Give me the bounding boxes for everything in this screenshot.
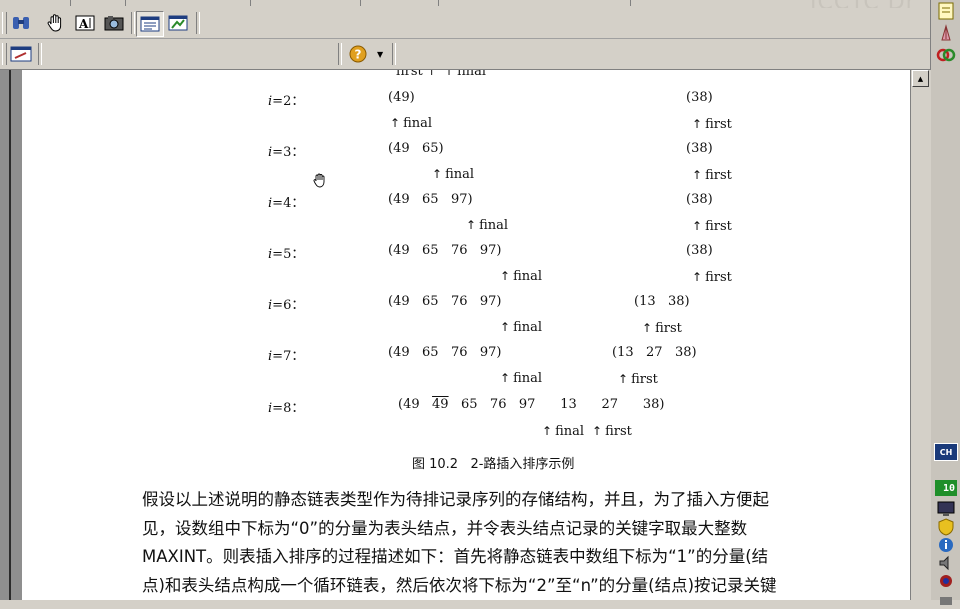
text-view-icon[interactable] xyxy=(136,11,164,37)
pointer-first: ↑ first xyxy=(692,168,732,183)
info-icon[interactable] xyxy=(936,536,956,554)
pointer-final: ↑ final xyxy=(432,167,475,182)
step-label: i=6： xyxy=(268,298,305,313)
figure-caption: 图 10.2 2-路插入排序示例 xyxy=(412,457,575,472)
toolbar-separator xyxy=(196,12,200,34)
notepad-icon[interactable] xyxy=(936,2,956,20)
menu-strip-segment xyxy=(250,0,361,6)
image-view-icon[interactable] xyxy=(165,11,191,35)
step-label: i=8： xyxy=(268,401,305,416)
menu-strip-segment xyxy=(70,0,126,6)
toolbar-grip[interactable] xyxy=(2,12,7,34)
pen-icon[interactable] xyxy=(936,24,956,42)
scroll-up-arrow-icon[interactable]: ▲ xyxy=(912,70,929,87)
pointer-final: ↑ final xyxy=(390,116,433,131)
paragraph-line: MAXINT。则表插入排序的过程描述如下：首先将静态链表中数组下标为“1”的分量… xyxy=(142,547,769,566)
left-sequence: (49 65) xyxy=(388,141,444,156)
left-sequence: (49 65 76 97) xyxy=(388,243,502,258)
step-label: i=7： xyxy=(268,349,305,364)
app-tray-icon[interactable] xyxy=(936,572,956,590)
right-sequence: (13 27 38) xyxy=(612,345,697,360)
annotate-icon[interactable] xyxy=(8,42,34,66)
vertical-scrollbar[interactable]: ▲ xyxy=(910,70,931,600)
paragraph-line: 点)和表头结点构成一个循环链表，然后依次将下标为“2”至“n”的分量(结点)按记… xyxy=(142,575,777,595)
chevron-down-icon[interactable]: ▼ xyxy=(377,50,383,59)
right-sequence: (38) xyxy=(686,90,713,105)
snapshot-icon[interactable] xyxy=(101,11,127,35)
svg-text:A: A xyxy=(78,17,89,31)
toolbar-separator xyxy=(338,43,342,65)
paragraph-line: 假设以上述说明的静态链表类型作为待排记录序列的存储结构，并且，为了插入方便起 xyxy=(142,490,769,509)
toolbar-separator xyxy=(38,43,42,65)
menu-strip-segment xyxy=(125,0,251,6)
network-icon[interactable] xyxy=(936,46,956,64)
help-icon[interactable]: ? xyxy=(345,42,371,66)
paragraph-line: 见，设数组中下标为“0”的分量为表头结点，并令表头结点记录的关键字取最大整数 xyxy=(142,518,748,538)
final-sequence: (49 49 65 76 97 13 27 38) xyxy=(398,397,665,412)
document-page[interactable]: first ↑ ↑ final i=2： (49) (38) ↑ final ↑ fi… xyxy=(22,70,910,600)
monitor-icon[interactable] xyxy=(936,500,956,518)
svg-text:?: ? xyxy=(355,48,362,62)
pointer-first: ↑ first xyxy=(592,424,632,439)
right-sequence: (13 38) xyxy=(634,294,690,309)
view-toolbar: ? ▼ xyxy=(0,39,930,70)
pointer-final: ↑ final xyxy=(500,269,543,284)
menu-strip-segment xyxy=(368,0,439,6)
left-sequence: (49 65 76 97) xyxy=(388,345,502,360)
step-label: i=4： xyxy=(268,196,305,211)
speaker-icon[interactable] xyxy=(936,554,956,572)
menu-strip-segment xyxy=(0,0,71,6)
step-label: i=2： xyxy=(268,94,305,109)
step-label: i=5： xyxy=(268,247,305,262)
left-sequence: (49) xyxy=(388,90,415,105)
toolbar-separator xyxy=(131,12,135,34)
menu-strip-segment xyxy=(450,0,631,6)
pointer-final-top: ↑ final xyxy=(444,70,487,79)
pointer-first: ↑ first xyxy=(692,270,732,285)
pointer-final: ↑ final xyxy=(500,320,543,335)
pointer-final: ↑ final xyxy=(542,424,585,439)
shield-icon[interactable] xyxy=(936,518,956,536)
battery-counter: 10 xyxy=(935,480,957,496)
document-viewport[interactable]: first ↑ ↑ final i=2： (49) (38) ↑ final ↑ fi… xyxy=(0,70,931,600)
tools-toolbar: A xyxy=(0,8,930,39)
pointer-final: ↑ final xyxy=(500,371,543,386)
pointer-first: ↑ first xyxy=(642,321,682,336)
toolbar-grip[interactable] xyxy=(2,43,7,65)
hand-tool-icon[interactable] xyxy=(43,11,69,35)
toolbar-separator xyxy=(392,43,396,65)
left-sequence: (49 65 97) xyxy=(388,192,473,207)
pointer-first: ↑ first xyxy=(692,117,732,132)
pointer-final: ↑ final xyxy=(466,218,509,233)
binoculars-icon[interactable] xyxy=(8,11,34,35)
text-select-icon[interactable]: A xyxy=(72,11,98,35)
right-sequence: (38) xyxy=(686,192,713,207)
highlighted-value: 49 xyxy=(432,397,449,412)
right-sequence: (38) xyxy=(686,243,713,258)
left-gutter xyxy=(0,70,22,600)
left-sequence: (49 65 76 97) xyxy=(388,294,502,309)
right-sequence: (38) xyxy=(686,141,713,156)
body-paragraph: 假设以上述说明的静态链表类型作为待排记录序列的存储结构，并且，为了插入方便起 见… xyxy=(142,486,902,600)
pointer-first: ↑ first xyxy=(692,219,732,234)
ime-indicator[interactable]: CH xyxy=(934,443,958,461)
hand-cursor-icon xyxy=(312,172,328,192)
step-label: i=3： xyxy=(268,145,305,160)
side-taskbar: CH 10 xyxy=(930,0,960,605)
pointer-first: ↑ first xyxy=(618,372,658,387)
usb-icon[interactable] xyxy=(936,590,956,608)
pointer-first-top: first ↑ xyxy=(396,70,437,79)
